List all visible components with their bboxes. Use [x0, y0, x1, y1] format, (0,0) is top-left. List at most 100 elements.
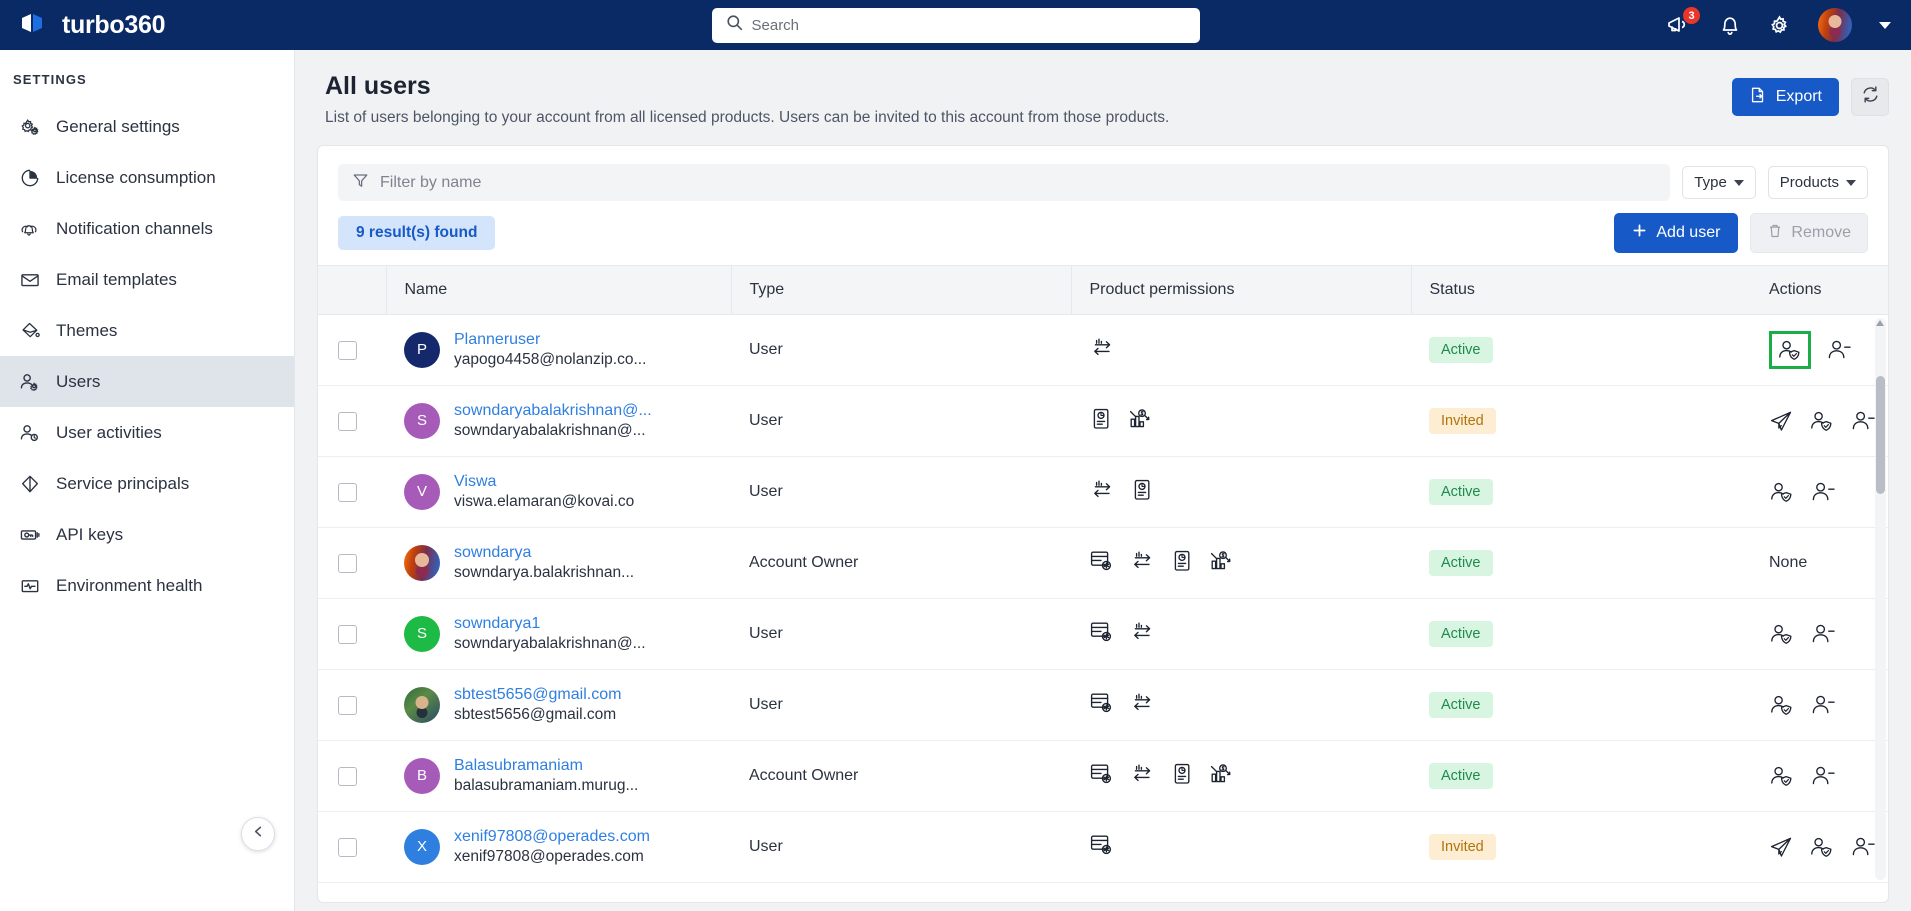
manage-permissions-icon[interactable] [1809, 835, 1835, 859]
finops-icon[interactable] [1208, 547, 1236, 579]
row-checkbox[interactable] [338, 766, 357, 786]
row-checkbox[interactable] [338, 837, 357, 857]
bam-icon[interactable] [1089, 619, 1115, 650]
row-checkbox[interactable] [338, 695, 357, 715]
refresh-button[interactable] [1851, 78, 1889, 116]
global-search[interactable] [711, 7, 1200, 43]
column-header-actions[interactable]: Actions [1751, 265, 1888, 315]
user-name-link[interactable]: sowndaryabalakrishnan@... [454, 400, 652, 422]
page-header: All users List of users belonging to you… [317, 50, 1889, 145]
user-name-link[interactable]: sbtest5656@gmail.com [454, 684, 621, 706]
column-header-status[interactable]: Status [1410, 265, 1751, 315]
row-checkbox[interactable] [338, 482, 357, 502]
sidebar-item-service-principals[interactable]: Service principals [0, 458, 294, 509]
document-icon[interactable] [1089, 406, 1113, 437]
user-name-link[interactable]: Balasubramaniam [454, 755, 638, 777]
integrate-icon[interactable] [1089, 335, 1116, 366]
bam-icon[interactable] [1089, 832, 1115, 863]
remove-button[interactable]: Remove [1750, 213, 1868, 253]
remove-user-icon[interactable] [1810, 764, 1836, 788]
bam-icon[interactable] [1089, 548, 1115, 579]
filter-input[interactable] [380, 173, 1657, 192]
product-permissions-cell [1071, 811, 1411, 883]
remove-user-icon[interactable] [1826, 338, 1852, 362]
document-icon[interactable] [1170, 761, 1194, 792]
row-checkbox[interactable] [338, 411, 357, 431]
manage-permissions-icon[interactable] [1769, 622, 1795, 646]
scrollbar-thumb[interactable] [1876, 376, 1885, 494]
finops-icon[interactable] [1127, 405, 1155, 437]
trash-icon [1767, 223, 1783, 244]
remove-label: Remove [1791, 224, 1851, 241]
row-checkbox[interactable] [338, 340, 357, 360]
remove-user-icon[interactable] [1810, 693, 1836, 717]
remove-user-icon[interactable] [1810, 622, 1836, 646]
type-filter-dropdown[interactable]: Type [1682, 166, 1756, 199]
sidebar-item-label: Notification channels [56, 218, 213, 238]
table-scrollbar[interactable] [1875, 318, 1886, 880]
user-avatar[interactable] [1818, 8, 1852, 42]
chevron-down-icon [1846, 179, 1856, 186]
page-subtitle: List of users belonging to your account … [325, 109, 1170, 126]
column-header-name[interactable]: Name [385, 265, 731, 315]
finops-icon[interactable] [1208, 760, 1236, 792]
announcements-button[interactable]: 3 [1666, 7, 1700, 36]
document-icon[interactable] [1130, 477, 1154, 508]
user-email: sowndarya.balakrishnan... [454, 564, 635, 582]
user-name-link[interactable]: xenif97808@operades.com [454, 826, 650, 848]
brand[interactable]: turbo360 [18, 10, 165, 40]
integrate-icon[interactable] [1129, 761, 1156, 792]
sidebar-item-environment-health[interactable]: Environment health [0, 560, 294, 611]
filter-by-name-field[interactable] [338, 164, 1671, 201]
manage-permissions-icon[interactable] [1809, 409, 1835, 433]
sidebar-item-themes[interactable]: Themes [0, 305, 294, 356]
product-permissions-cell [1071, 740, 1411, 812]
products-filter-dropdown[interactable]: Products [1767, 166, 1868, 199]
sidebar-item-api-keys[interactable]: API keys [0, 509, 294, 560]
manage-permissions-icon[interactable] [1769, 693, 1795, 717]
column-header-type[interactable]: Type [730, 265, 1071, 315]
column-header-product-permissions[interactable]: Product permissions [1070, 265, 1411, 315]
product-permissions-cell [1071, 598, 1411, 670]
integrate-icon[interactable] [1129, 690, 1156, 721]
page-title: All users [325, 72, 431, 100]
user-name-link[interactable]: Viswa [454, 471, 634, 493]
integrate-icon[interactable] [1129, 548, 1156, 579]
sidebar-item-email-templates[interactable]: Email templates [0, 254, 294, 305]
bam-icon[interactable] [1089, 761, 1115, 792]
user-name-link[interactable]: sowndarya1 [454, 613, 646, 635]
user-menu-chevron-down-icon[interactable] [1879, 21, 1891, 29]
sidebar-collapse-button[interactable] [241, 817, 275, 851]
scroll-up-arrow-icon[interactable] [1876, 320, 1884, 326]
export-button[interactable]: Export [1731, 78, 1839, 116]
sidebar-item-label: Themes [56, 320, 118, 340]
sidebar-item-general-settings[interactable]: General settings [0, 101, 294, 152]
row-checkbox[interactable] [338, 624, 357, 644]
add-user-button[interactable]: Add user [1614, 213, 1739, 253]
notifications-button[interactable] [1719, 14, 1741, 37]
sidebar-item-license-consumption[interactable]: License consumption [0, 152, 294, 203]
search-input[interactable] [751, 16, 1186, 34]
users-table-scroll: Name Type Product permissions Status Act… [318, 265, 1888, 883]
user-name-link[interactable]: Planneruser [454, 329, 646, 351]
sidebar-item-notification-channels[interactable]: Notification channels [0, 203, 294, 254]
highlighted-action[interactable] [1769, 331, 1811, 369]
remove-user-icon[interactable] [1810, 480, 1836, 504]
manage-permissions-icon[interactable] [1777, 338, 1803, 362]
remove-user-icon[interactable] [1850, 409, 1876, 433]
document-icon[interactable] [1170, 548, 1194, 579]
remove-user-icon[interactable] [1850, 835, 1876, 859]
bam-icon[interactable] [1089, 690, 1115, 721]
manage-permissions-icon[interactable] [1769, 480, 1795, 504]
manage-permissions-icon[interactable] [1769, 764, 1795, 788]
sidebar-item-user-activities[interactable]: User activities [0, 407, 294, 458]
user-name-link[interactable]: sowndarya [454, 542, 634, 564]
row-checkbox[interactable] [338, 553, 357, 573]
status-badge: Active [1429, 337, 1493, 363]
resend-invite-icon[interactable] [1769, 409, 1794, 433]
sidebar-item-users[interactable]: Users [0, 356, 294, 407]
integrate-icon[interactable] [1089, 477, 1116, 508]
settings-button[interactable] [1768, 14, 1791, 37]
resend-invite-icon[interactable] [1769, 835, 1794, 859]
integrate-icon[interactable] [1129, 619, 1156, 650]
